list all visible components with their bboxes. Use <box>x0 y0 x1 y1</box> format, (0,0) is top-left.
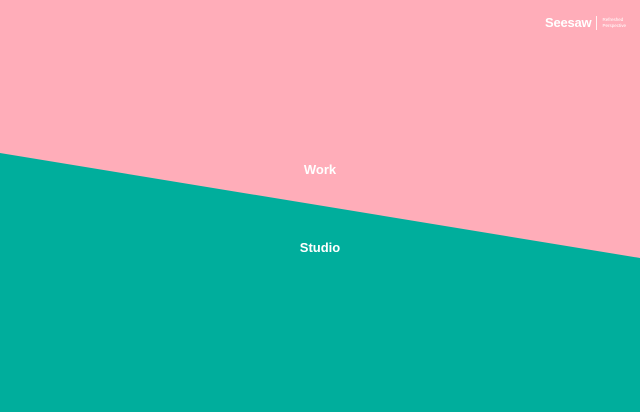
brand-tagline-line-2: Perspective <box>602 22 626 28</box>
brand-logo[interactable]: Seesaw Refreshed Perspective <box>545 15 626 30</box>
brand-tagline: Refreshed Perspective <box>602 17 626 28</box>
brand-name: Seesaw <box>544 15 592 30</box>
nav-link-studio[interactable]: Studio <box>0 240 640 255</box>
nav-link-work[interactable]: Work <box>0 162 640 177</box>
brand-divider <box>596 15 598 30</box>
